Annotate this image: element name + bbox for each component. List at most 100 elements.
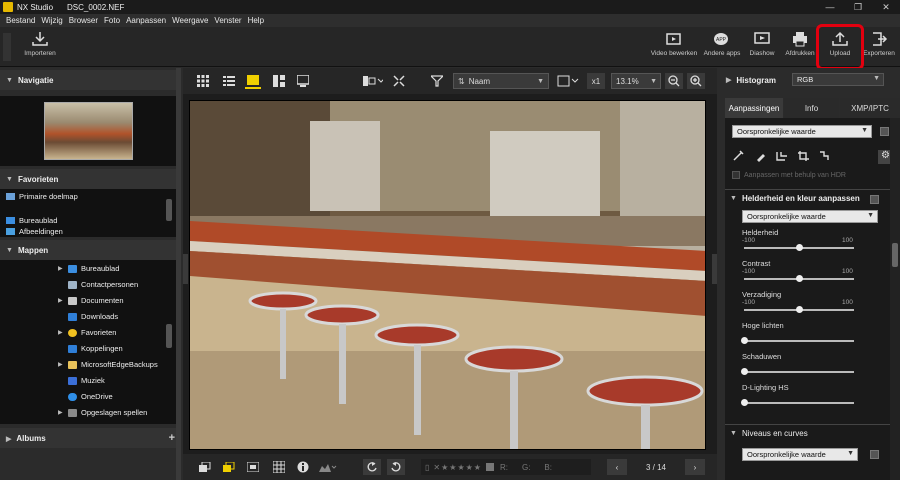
slider-knob[interactable]	[741, 368, 748, 375]
favorites-header[interactable]: ▼ Favorieten	[0, 169, 181, 189]
export-button[interactable]: Exporteren	[858, 31, 900, 65]
perspective-icon[interactable]	[818, 150, 832, 162]
tab-info[interactable]: Info	[784, 98, 839, 118]
folder-item[interactable]: Koppelingen	[58, 344, 123, 353]
slider-track[interactable]	[744, 244, 854, 251]
brightness-color-section-header[interactable]: ▼ Helderheid en kleur aanpassen	[730, 194, 860, 203]
slider-track[interactable]	[744, 306, 854, 313]
label-color-icon[interactable]	[221, 459, 237, 475]
slider-knob[interactable]	[796, 306, 803, 313]
compare-view-icon[interactable]	[271, 73, 287, 89]
albums-header[interactable]: ▶ Albums +	[0, 428, 181, 448]
list-view-icon[interactable]	[221, 73, 237, 89]
favorite-item[interactable]: Afbeeldingen	[6, 227, 63, 236]
close-button[interactable]: ✕	[872, 0, 900, 14]
levels-enable-checkbox[interactable]	[870, 450, 879, 459]
folder-item[interactable]: Downloads	[58, 312, 118, 321]
menu-help[interactable]: Help	[248, 16, 264, 25]
menu-browser[interactable]: Browser	[69, 16, 98, 25]
hdr-option[interactable]: Aanpassen met behulp van HDR	[732, 171, 846, 179]
menu-venster[interactable]: Venster	[214, 16, 241, 25]
zoom-in-icon[interactable]	[687, 73, 705, 89]
left-collapse-handle[interactable]	[183, 254, 188, 284]
menu-bestand[interactable]: Bestand	[6, 16, 35, 25]
scrollbar-thumb[interactable]	[892, 243, 898, 267]
single-image-view-icon[interactable]	[245, 73, 261, 89]
right-collapse-handle[interactable]	[712, 254, 717, 284]
favorites-scrollbar[interactable]	[166, 199, 172, 221]
hdr-checkbox[interactable]	[732, 171, 740, 179]
folders-scrollbar[interactable]	[166, 324, 172, 348]
zoom-out-icon[interactable]	[665, 73, 683, 89]
fit-arrows-icon[interactable]	[391, 73, 407, 89]
histogram-mode-select[interactable]: RGB ▼	[792, 73, 884, 86]
picture-control-icon[interactable]	[732, 150, 746, 162]
layout-menu-icon[interactable]	[361, 73, 385, 89]
levels-curves-section-header[interactable]: ▼ Niveaus en curves	[730, 429, 808, 438]
slider-track[interactable]	[744, 275, 854, 282]
menu-aanpassen[interactable]: Aanpassen	[126, 16, 166, 25]
preset-select[interactable]: Oorspronkelijke waarde ▼	[732, 125, 872, 138]
preset-checkbox[interactable]	[880, 127, 889, 136]
tab-aanpassingen[interactable]: Aanpassingen	[725, 98, 783, 118]
folder-item[interactable]: ▶ Favorieten	[58, 328, 116, 337]
rating-stars[interactable]: ✕★★★★★	[433, 463, 482, 472]
menu-foto[interactable]: Foto	[104, 16, 120, 25]
restore-button[interactable]: ❐	[844, 0, 872, 14]
fit-to-screen-icon[interactable]	[555, 73, 581, 89]
folder-item[interactable]: Muziek	[58, 376, 105, 385]
folder-item[interactable]: ▶ Documenten	[58, 296, 124, 305]
favorite-item[interactable]: Primaire doelmap	[6, 192, 78, 201]
left-panel-splitter[interactable]	[176, 68, 181, 480]
label-swatch[interactable]	[485, 463, 494, 471]
folder-item[interactable]: ▶ Bureaublad	[58, 264, 119, 273]
crop-icon[interactable]	[797, 150, 811, 162]
folder-item[interactable]: ▶ Opgeslagen spellen	[58, 408, 147, 417]
levels-preset-select[interactable]: Oorspronkelijke waarde ▼	[742, 448, 858, 461]
right-panel-scrollbar[interactable]	[890, 118, 900, 480]
protect-icon[interactable]: ▯	[425, 463, 429, 472]
rotate-left-icon[interactable]	[363, 459, 381, 475]
zoom-select[interactable]: 13.1% ▼	[611, 73, 661, 89]
tab-xmp-iptc[interactable]: XMP/IPTC	[840, 98, 900, 118]
next-image-button[interactable]: ›	[685, 459, 705, 475]
menu-wijzig[interactable]: Wijzig	[41, 16, 62, 25]
navigation-header[interactable]: ▼ Navigatie	[0, 70, 181, 90]
slider-track[interactable]	[741, 399, 854, 406]
section-enable-checkbox[interactable]	[870, 195, 879, 204]
slider-knob[interactable]	[796, 244, 803, 251]
stack-icon[interactable]	[197, 459, 213, 475]
retouch-brush-icon[interactable]	[754, 150, 768, 162]
section-preset-select[interactable]: Oorspronkelijke waarde ▼	[742, 210, 878, 223]
straighten-icon[interactable]	[775, 150, 789, 162]
info-icon[interactable]	[295, 459, 311, 475]
rotate-right-icon[interactable]	[387, 459, 405, 475]
filter-icon[interactable]	[429, 73, 445, 89]
folder-item[interactable]: Contactpersonen	[58, 280, 138, 289]
folders-header[interactable]: ▼ Mappen	[0, 240, 181, 260]
full-screen-view-icon[interactable]	[295, 73, 311, 89]
add-album-button[interactable]: +	[169, 432, 175, 444]
zoom-factor-button[interactable]: x1	[587, 73, 605, 89]
slider-track[interactable]	[741, 337, 854, 344]
frame-icon[interactable]	[245, 459, 261, 475]
menu-weergave[interactable]: Weergave	[172, 16, 208, 25]
favorite-item[interactable]: Bureaublad	[6, 216, 57, 225]
sort-select[interactable]: ⇅ Naam ▼	[453, 73, 549, 89]
main-photo[interactable]	[189, 100, 706, 450]
other-apps-button[interactable]: APP Andere apps	[700, 31, 744, 65]
previous-image-button[interactable]: ‹	[607, 459, 627, 475]
navigation-thumbnail[interactable]	[44, 102, 133, 160]
slider-knob[interactable]	[796, 275, 803, 282]
folder-item[interactable]: OneDrive	[58, 392, 113, 401]
video-edit-button[interactable]: Video bewerken	[651, 31, 697, 65]
toolbar-collapse-handle[interactable]	[3, 33, 11, 61]
slider-knob[interactable]	[741, 337, 748, 344]
folder-item[interactable]: ▶ MicrosoftEdgeBackups	[58, 360, 158, 369]
import-button[interactable]: Importeren	[18, 31, 62, 65]
minimize-button[interactable]: —	[816, 0, 844, 14]
histogram-overlay-icon[interactable]	[317, 459, 339, 475]
grid-view-icon[interactable]	[195, 73, 211, 89]
slider-track[interactable]	[741, 368, 854, 375]
grid-overlay-icon[interactable]	[271, 459, 287, 475]
